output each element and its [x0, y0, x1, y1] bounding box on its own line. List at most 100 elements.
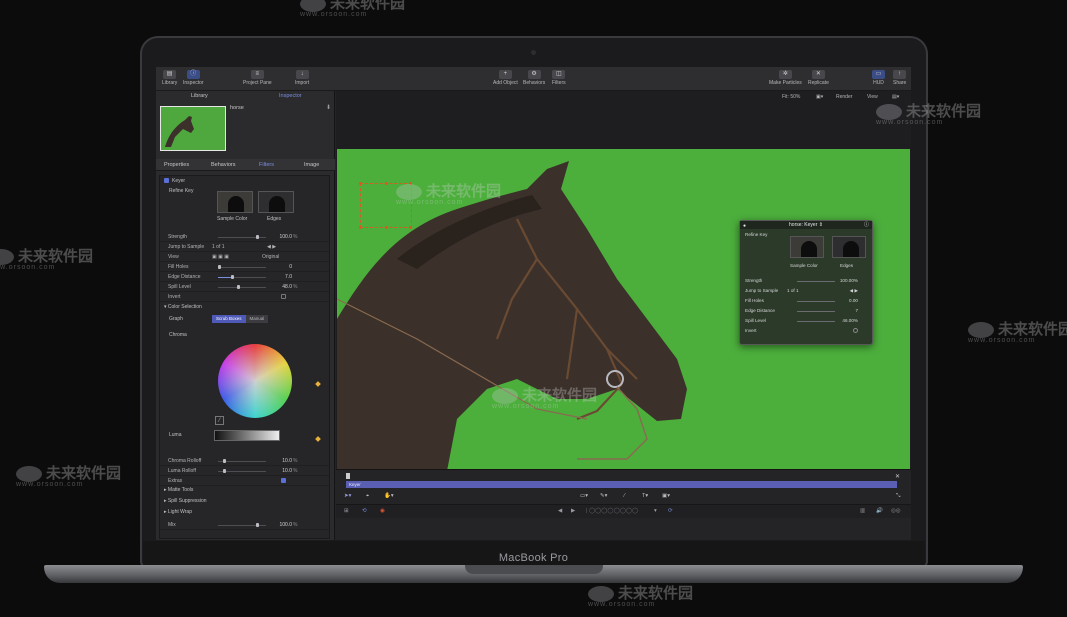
watermark-logo-icon: [968, 322, 994, 339]
strength-slider[interactable]: [218, 235, 266, 239]
behaviors-button[interactable]: ⚙ Behaviors: [523, 70, 545, 86]
select-tool-icon[interactable]: ➤▾: [344, 493, 351, 499]
hud-invert-checkbox[interactable]: [853, 328, 858, 333]
tab-behaviors[interactable]: Behaviors: [211, 162, 235, 168]
edge-distance-slider[interactable]: [218, 275, 266, 279]
fit-menu[interactable]: Fit: 50%: [782, 94, 800, 100]
transform-tool-icon[interactable]: ⌖: [366, 493, 369, 500]
tab-image[interactable]: Image: [304, 162, 319, 168]
chroma-rolloff-slider[interactable]: [218, 459, 266, 463]
laptop-notch: [465, 565, 603, 574]
mix-slider[interactable]: [218, 523, 266, 527]
mix-row: Mix 100.0 %: [160, 520, 329, 530]
tab-filters[interactable]: Filters: [259, 162, 274, 168]
hud-close-icon[interactable]: ●: [743, 222, 746, 230]
add-icon: +: [498, 70, 512, 79]
extras-checkbox[interactable]: [281, 478, 286, 483]
timecode-menu-icon[interactable]: ▾: [654, 508, 657, 514]
luma-graph[interactable]: [214, 430, 280, 441]
tab-inspector[interactable]: Inspector: [279, 93, 302, 99]
edge-distance-label: Edge Distance: [168, 274, 201, 280]
sample-color-label: Sample Color: [217, 216, 248, 222]
download-icon[interactable]: ⬇: [326, 104, 331, 111]
playhead-marker-icon[interactable]: [346, 473, 350, 479]
chroma-rolloff-value[interactable]: 10.0: [272, 458, 292, 464]
sample-color-swatch[interactable]: [217, 191, 253, 213]
strength-value[interactable]: 100.0: [272, 234, 292, 240]
light-wrap-header[interactable]: ▸ Light Wrap: [164, 509, 192, 515]
graph-mode-toggle: Scrub Boxes Manual: [212, 315, 269, 323]
play-icon[interactable]: ▶: [571, 508, 575, 514]
invert-row: Invert: [160, 292, 329, 302]
timeline-toggle-icon[interactable]: ▥: [860, 508, 865, 514]
text-tool-icon[interactable]: T▾: [642, 493, 648, 499]
chroma-rolloff-row: Chroma Rolloff 10.0 %: [160, 456, 329, 466]
invert-checkbox[interactable]: [281, 294, 286, 299]
chroma-keyframe-icon[interactable]: [315, 381, 321, 387]
watermark: 未来软件园www.orsoon.com: [16, 465, 122, 488]
hud-edges-swatch[interactable]: [832, 236, 866, 258]
edges-swatch[interactable]: [258, 191, 294, 213]
project-pane-button[interactable]: ≡ Project Pane: [243, 70, 272, 86]
line-tool-icon[interactable]: ⁄: [624, 493, 625, 499]
end-marker-icon[interactable]: ✕: [895, 473, 900, 480]
manual-button[interactable]: Manual: [245, 315, 269, 323]
pen-tool-icon[interactable]: ✎▾: [600, 493, 607, 499]
hud-sample-color-swatch[interactable]: [790, 236, 824, 258]
hud-edge-distance-row: Edge Distance 7: [745, 308, 858, 313]
tab-properties[interactable]: Properties: [164, 162, 189, 168]
color-mode-icon[interactable]: ▣▾: [816, 94, 823, 100]
view-toggle-icon[interactable]: ◎◎: [891, 508, 901, 514]
spill-suppression-header[interactable]: ▸ Spill Suppression: [164, 498, 207, 504]
render-menu[interactable]: Render: [836, 94, 852, 100]
volume-icon[interactable]: 🔊: [876, 508, 883, 514]
inspector-button[interactable]: ⓘ Inspector: [183, 70, 204, 86]
mix-value[interactable]: 100.0: [272, 522, 292, 528]
spill-level-slider[interactable]: [218, 285, 266, 289]
import-button[interactable]: ↓ Import: [295, 70, 309, 86]
expand-icon[interactable]: ⤡: [896, 493, 900, 500]
luma-rolloff-slider[interactable]: [218, 469, 266, 473]
jump-prev-next-icon[interactable]: ◀ ▶: [267, 244, 276, 250]
camera-icon: [531, 50, 536, 55]
timecode-display[interactable]: | ◯◯◯◯◯◯◯◯: [586, 508, 638, 514]
chroma-wheel[interactable]: [218, 344, 292, 418]
main-toolbar: ▤ Library ⓘ Inspector ≡ Project Pane ↓ Impor…: [156, 67, 911, 91]
hud-button[interactable]: ▭ HUD: [872, 70, 885, 86]
add-object-button[interactable]: + Add Object: [493, 70, 518, 86]
hud-jump-arrows-icon[interactable]: ◀ ▶: [850, 288, 858, 294]
shape-tool-icon[interactable]: ▭▾: [580, 493, 588, 499]
fill-holes-slider[interactable]: [218, 265, 266, 269]
fill-holes-value[interactable]: 0: [272, 264, 292, 270]
hud-strength-slider[interactable]: [797, 281, 835, 282]
hud-title-bar[interactable]: ● horse: Keyer ⇕ ⓘ: [740, 221, 872, 229]
hud-edge-distance-slider[interactable]: [797, 311, 835, 312]
luma-keyframe-icon[interactable]: [315, 436, 321, 442]
audio-icon[interactable]: ⊞: [344, 508, 349, 514]
keyer-checkbox[interactable]: [164, 178, 169, 184]
eyedropper-icon[interactable]: ⁄: [215, 416, 224, 425]
replicate-button[interactable]: ✕ Replicate: [808, 70, 829, 86]
view-mode-buttons[interactable]: ▣ ▣ ▣: [212, 254, 229, 260]
share-button[interactable]: ↑ Share: [893, 70, 906, 86]
mask-tool-icon[interactable]: ▣▾: [662, 493, 670, 499]
spill-level-value[interactable]: 48.0: [272, 284, 292, 290]
scrub-boxes-button[interactable]: Scrub Boxes: [212, 315, 246, 323]
color-selection-header[interactable]: ▾ Color Selection: [164, 304, 202, 310]
filters-button[interactable]: ◫ Filters: [552, 70, 566, 86]
loop-icon[interactable]: ⟲: [362, 508, 367, 514]
hud-spill-level-slider[interactable]: [797, 321, 835, 322]
luma-rolloff-value[interactable]: 10.0: [272, 468, 292, 474]
go-to-start-icon[interactable]: ◀: [558, 508, 562, 514]
pan-tool-icon[interactable]: ✋▾: [384, 493, 394, 499]
edge-distance-value[interactable]: 7.0: [272, 274, 292, 280]
hud-fill-holes-slider[interactable]: [797, 301, 835, 302]
keyer-layer-bar[interactable]: Keyer: [346, 481, 897, 488]
make-particles-button[interactable]: ✲ Make Particles: [769, 70, 802, 86]
matte-tools-header[interactable]: ▸ Matte Tools: [164, 487, 193, 493]
hud-info-icon[interactable]: ⓘ: [864, 221, 869, 229]
record-icon[interactable]: ◉: [380, 508, 385, 514]
tab-library[interactable]: Library: [191, 93, 208, 99]
sync-icon[interactable]: ⟳: [668, 508, 673, 514]
library-button[interactable]: ▤ Library: [162, 70, 177, 86]
